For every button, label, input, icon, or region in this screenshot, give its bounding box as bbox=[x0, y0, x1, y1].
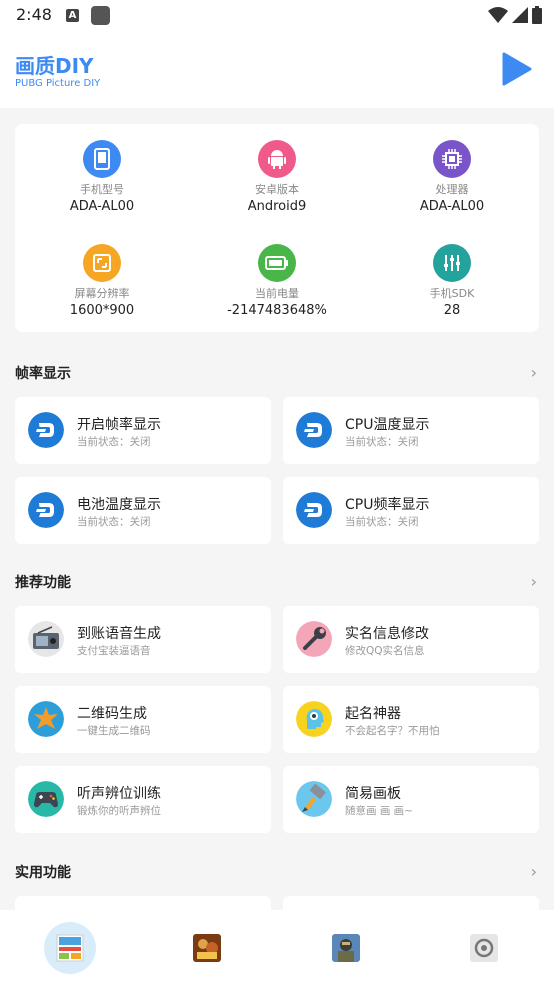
tile-subtitle: 当前状态：关闭 bbox=[77, 436, 151, 448]
section-title: 帧率显示 bbox=[15, 366, 71, 382]
info-label: 屏幕分辨率 bbox=[74, 287, 130, 300]
tile-utility-partial[interactable] bbox=[15, 896, 271, 910]
tile-title: 听声辨位训练 bbox=[77, 786, 161, 802]
info-battery: 当前电量 -2147483648% bbox=[190, 228, 364, 328]
tile-title: 实名信息修改 bbox=[345, 626, 429, 642]
tile-subtitle: 当前状态：关闭 bbox=[345, 436, 419, 448]
info-value: 1600*900 bbox=[69, 303, 135, 318]
tile-title: 开启帧率显示 bbox=[77, 417, 161, 433]
tile-cpu-temp[interactable]: CPU温度显示 当前状态：关闭 bbox=[283, 397, 539, 464]
info-value: -2147483648% bbox=[227, 303, 327, 318]
tile-cpu-freq[interactable]: CPU频率显示 当前状态：关闭 bbox=[283, 477, 539, 544]
info-label: 当前电量 bbox=[255, 287, 299, 300]
tile-subtitle: 随意画 画 画~ bbox=[345, 805, 413, 817]
leaf-icon bbox=[28, 701, 64, 737]
gamepad-icon bbox=[28, 781, 64, 817]
chevron-right-icon[interactable]: › bbox=[531, 572, 537, 591]
battery-icon bbox=[258, 244, 296, 282]
tile-title: 二维码生成 bbox=[77, 706, 147, 722]
paint-brush-icon bbox=[296, 781, 332, 817]
tile-subtitle: 当前状态：关闭 bbox=[345, 516, 419, 528]
dash-icon bbox=[28, 412, 64, 448]
status-icons bbox=[488, 6, 542, 24]
chevron-right-icon[interactable]: › bbox=[531, 862, 537, 881]
wrench-icon bbox=[296, 621, 332, 657]
section-title: 推荐功能 bbox=[15, 575, 71, 591]
app-bar: 画质DIY PUBG Picture DIY bbox=[0, 32, 554, 108]
tile-subtitle: 当前状态：关闭 bbox=[77, 516, 151, 528]
tile-title: CPU频率显示 bbox=[345, 497, 430, 513]
nav-home[interactable] bbox=[44, 922, 96, 974]
tile-sound-training[interactable]: 听声辨位训练 锻炼你的听声辨位 bbox=[15, 766, 271, 833]
tile-title: 到账语音生成 bbox=[77, 626, 161, 642]
nav-game-two[interactable] bbox=[320, 922, 372, 974]
battery-status-icon bbox=[532, 6, 542, 24]
device-info-card: 手机型号 ADA-AL00 安卓版本 Android9 处理器 ADA-AL00… bbox=[15, 124, 539, 332]
info-phone-model: 手机型号 ADA-AL00 bbox=[15, 124, 189, 224]
pubg-soldier-icon bbox=[332, 934, 360, 962]
info-label: 手机型号 bbox=[80, 183, 124, 196]
tile-battery-temp[interactable]: 电池温度显示 当前状态：关闭 bbox=[15, 477, 271, 544]
tile-subtitle: 一键生成二维码 bbox=[77, 725, 151, 737]
info-value: ADA-AL00 bbox=[419, 199, 485, 214]
info-label: 处理器 bbox=[435, 183, 469, 196]
tile-qrcode-gen[interactable]: 二维码生成 一键生成二维码 bbox=[15, 686, 271, 753]
tile-subtitle: 修改QQ实名信息 bbox=[345, 645, 425, 657]
info-value: 28 bbox=[443, 303, 461, 318]
section-header-framerate[interactable]: 帧率显示 › bbox=[15, 361, 539, 385]
nav-game-one[interactable] bbox=[181, 922, 233, 974]
wifi-icon bbox=[488, 7, 508, 23]
sliders-icon bbox=[433, 244, 471, 282]
tile-name-generator[interactable]: 起名神器 不会起名字？不用怕 bbox=[283, 686, 539, 753]
info-label: 安卓版本 bbox=[255, 183, 299, 196]
info-value: ADA-AL00 bbox=[69, 199, 135, 214]
tile-fps-display[interactable]: 开启帧率显示 当前状态：关闭 bbox=[15, 397, 271, 464]
tile-subtitle: 不会起名字？不用怕 bbox=[345, 725, 440, 737]
phone-icon bbox=[83, 140, 121, 178]
home-tab-icon bbox=[56, 934, 84, 962]
screen-icon bbox=[83, 244, 121, 282]
tile-subtitle: 支付宝装逼语音 bbox=[77, 645, 151, 657]
status-time: 2:48 bbox=[16, 5, 52, 24]
nav-settings[interactable] bbox=[458, 922, 510, 974]
bottom-nav bbox=[0, 910, 554, 985]
app-subtitle: PUBG Picture DIY bbox=[15, 78, 101, 89]
dash-icon bbox=[296, 412, 332, 448]
cpu-icon bbox=[433, 140, 471, 178]
play-icon[interactable] bbox=[502, 52, 532, 86]
tile-subtitle: 锻炼你的听声辨位 bbox=[77, 805, 161, 817]
info-sdk: 手机SDK 28 bbox=[365, 228, 539, 328]
tile-voice-gen[interactable]: 到账语音生成 支付宝装逼语音 bbox=[15, 606, 271, 673]
chevron-right-icon[interactable]: › bbox=[531, 363, 537, 382]
info-android-version: 安卓版本 Android9 bbox=[190, 124, 364, 224]
tile-utility-partial[interactable] bbox=[283, 896, 539, 910]
tile-title: 电池温度显示 bbox=[77, 497, 161, 513]
info-value: Android9 bbox=[247, 199, 307, 214]
section-title: 实用功能 bbox=[15, 865, 71, 881]
info-label: 手机SDK bbox=[429, 287, 475, 300]
info-processor: 处理器 ADA-AL00 bbox=[365, 124, 539, 224]
tile-title: CPU温度显示 bbox=[345, 417, 430, 433]
settings-icon bbox=[470, 934, 498, 962]
brain-head-icon bbox=[296, 701, 332, 737]
section-header-recommended[interactable]: 推荐功能 › bbox=[15, 570, 539, 594]
radio-icon bbox=[28, 621, 64, 657]
section-header-utility[interactable]: 实用功能 › bbox=[15, 860, 539, 884]
signal-icon bbox=[512, 7, 528, 23]
tile-title: 起名神器 bbox=[345, 706, 401, 722]
keyboard-notification-icon: A bbox=[66, 9, 79, 22]
tile-title: 简易画板 bbox=[345, 786, 401, 802]
tile-simple-drawing[interactable]: 简易画板 随意画 画 画~ bbox=[283, 766, 539, 833]
app-notification-icon bbox=[91, 6, 110, 25]
android-icon bbox=[258, 140, 296, 178]
dash-icon bbox=[296, 492, 332, 528]
app-title: 画质DIY bbox=[15, 54, 94, 78]
game-character-icon bbox=[193, 934, 221, 962]
dash-icon bbox=[28, 492, 64, 528]
status-bar: 2:48 A bbox=[0, 0, 554, 32]
tile-realname-edit[interactable]: 实名信息修改 修改QQ实名信息 bbox=[283, 606, 539, 673]
info-screen-resolution: 屏幕分辨率 1600*900 bbox=[15, 228, 189, 328]
